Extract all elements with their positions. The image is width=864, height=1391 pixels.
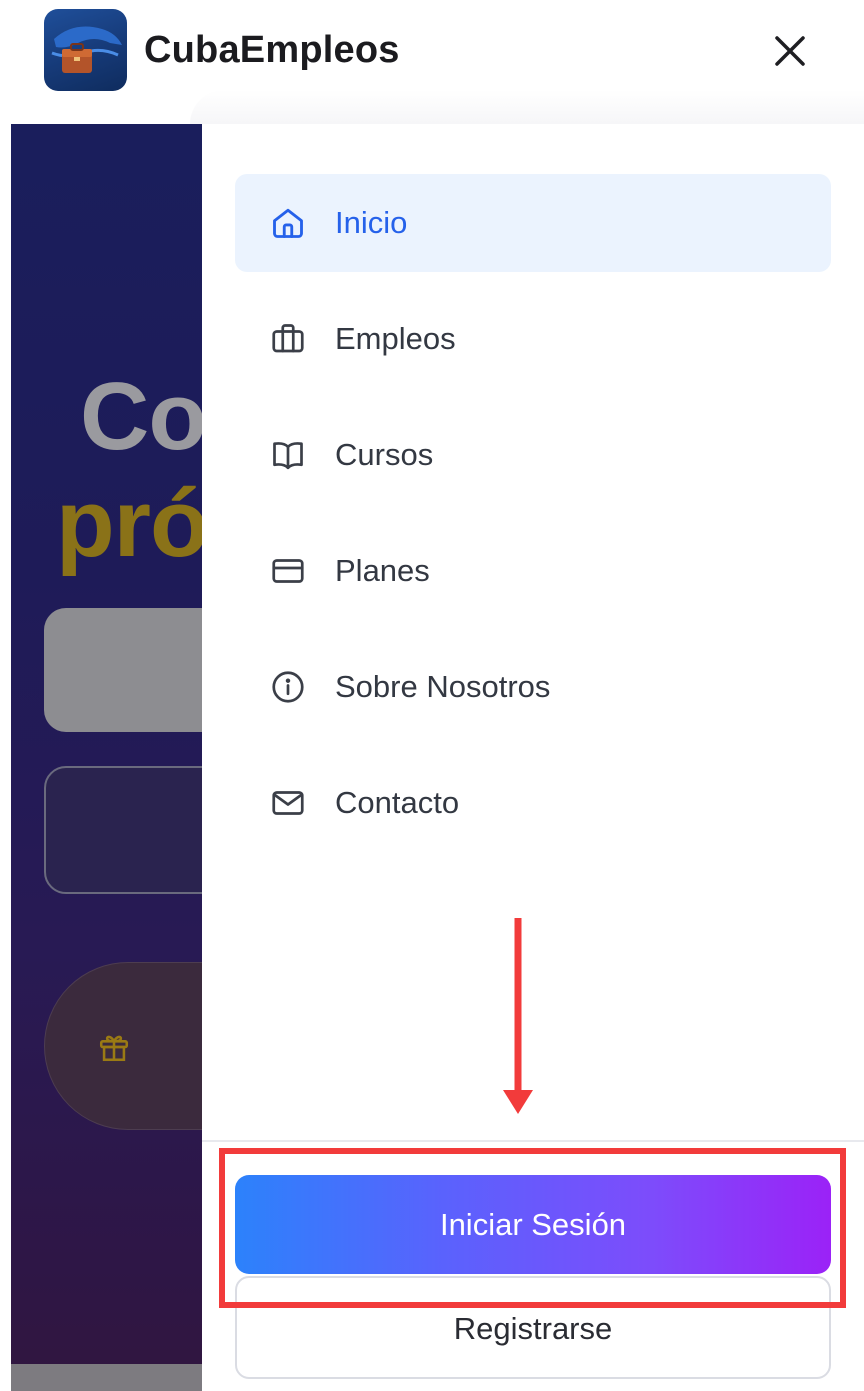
background-hero-title: Co — [80, 363, 202, 470]
mail-icon — [269, 784, 307, 822]
cuba-briefcase-logo-icon[interactable] — [44, 9, 127, 91]
nav-item-empleos[interactable]: Empleos — [235, 290, 831, 388]
nav-label-sobre-nosotros: Sobre Nosotros — [335, 669, 551, 704]
login-button[interactable]: Iniciar Sesión — [235, 1175, 831, 1274]
background-input-box — [44, 766, 202, 894]
nav-item-contacto[interactable]: Contacto — [235, 754, 831, 852]
brand-name[interactable]: CubaEmpleos — [144, 29, 400, 72]
nav-item-inicio[interactable]: Inicio — [235, 174, 831, 272]
nav-label-empleos: Empleos — [335, 321, 456, 356]
drawer-divider — [202, 1140, 864, 1142]
gift-icon — [99, 1035, 129, 1062]
credit-card-icon — [269, 552, 307, 590]
briefcase-icon — [269, 320, 307, 358]
background-footer-strip — [11, 1364, 202, 1391]
home-icon — [269, 204, 307, 242]
close-icon — [775, 36, 805, 66]
nav-label-cursos: Cursos — [335, 437, 434, 472]
nav-item-planes[interactable]: Planes — [235, 522, 831, 620]
nav-label-inicio: Inicio — [335, 205, 408, 240]
mobile-nav-drawer: Inicio Empleos Cursos Planes Sobre Nosot… — [202, 124, 864, 1391]
nav-item-cursos[interactable]: Cursos — [235, 406, 831, 504]
book-open-icon — [269, 436, 307, 474]
nav-label-planes: Planes — [335, 553, 430, 588]
nav-label-contacto: Contacto — [335, 785, 460, 820]
info-icon — [269, 668, 307, 706]
register-button[interactable]: Registrarse — [235, 1276, 831, 1379]
close-menu-button[interactable] — [766, 28, 814, 74]
nav-item-sobre-nosotros[interactable]: Sobre Nosotros — [235, 638, 831, 736]
background-hero-title-accent: pró — [56, 470, 202, 577]
background-page-overlay[interactable]: Co pró — [11, 124, 202, 1391]
drawer-top-shadow — [190, 90, 864, 124]
drawer-nav-list: Inicio Empleos Cursos Planes Sobre Nosot… — [235, 174, 831, 870]
annotation-arrow-down-icon — [503, 918, 533, 1114]
app-header: CubaEmpleos — [0, 0, 864, 102]
background-search-box — [44, 608, 202, 732]
